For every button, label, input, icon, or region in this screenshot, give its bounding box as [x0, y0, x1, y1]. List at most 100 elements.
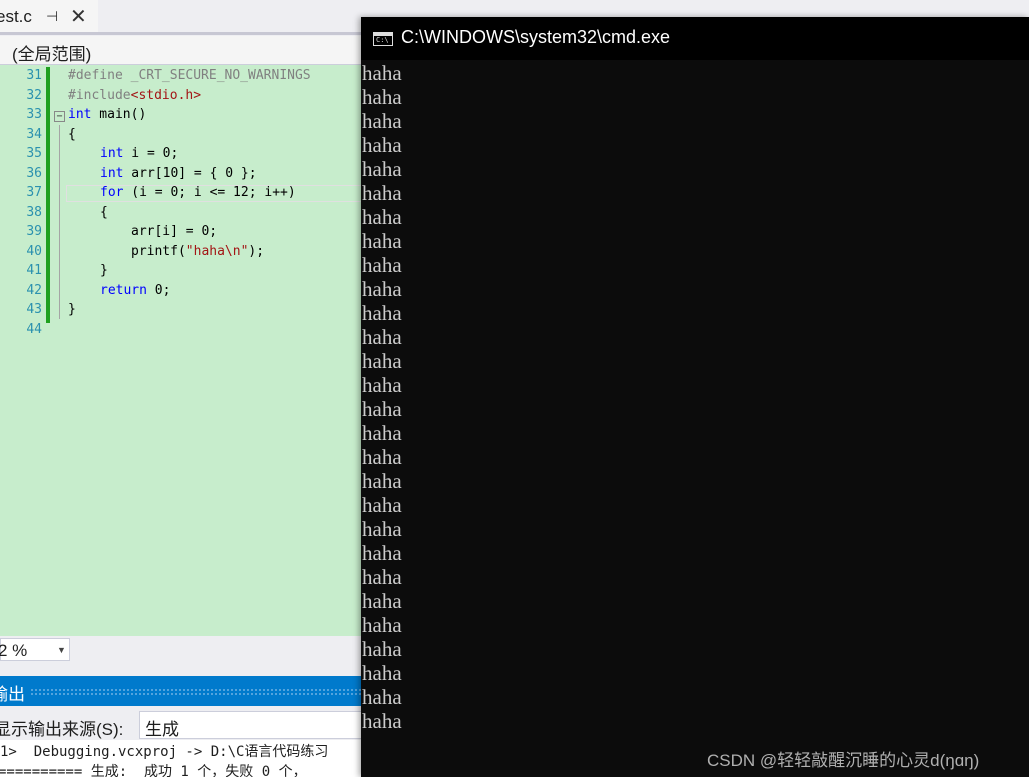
- tab-title[interactable]: est.c: [0, 7, 32, 27]
- output-panel-title-bar[interactable]: 输出: [0, 676, 362, 706]
- tab-underline: [0, 32, 362, 35]
- line-number: 40: [26, 244, 42, 259]
- console-line: haha: [362, 325, 402, 349]
- document-tab[interactable]: est.c ⊣ ✕: [0, 0, 98, 34]
- console-line: haha: [362, 85, 402, 109]
- code-line-return: return 0;: [100, 283, 170, 298]
- code-line-brace: }: [100, 263, 108, 278]
- code-token: printf(: [131, 244, 186, 259]
- vs-editor-window: est.c ⊣ ✕ (全局范围) − 31 32 33 34 35 36 37 …: [0, 0, 362, 777]
- console-line: haha: [362, 205, 402, 229]
- console-line: haha: [362, 565, 402, 589]
- console-line: haha: [362, 277, 402, 301]
- output-line: 1> Debugging.vcxproj -> D:\C语言代码练习: [0, 744, 329, 760]
- cmd-title-bar[interactable]: C:\ C:\WINDOWS\system32\cmd.exe: [361, 17, 1029, 60]
- grip-pattern: [30, 688, 362, 695]
- cmd-window[interactable]: C:\ C:\WINDOWS\system32\cmd.exe haha hah…: [361, 17, 1029, 777]
- zoom-bar: 2 % ▼: [0, 637, 362, 663]
- output-source-select[interactable]: 生成: [139, 711, 362, 739]
- console-line: haha: [362, 349, 402, 373]
- console-icon[interactable]: C:\: [373, 32, 393, 46]
- scope-dropdown[interactable]: (全局范围): [0, 36, 362, 65]
- console-line: haha: [362, 397, 402, 421]
- line-number: 36: [26, 166, 42, 181]
- line-number: 35: [26, 146, 42, 161]
- console-line: haha: [362, 253, 402, 277]
- output-source-value: 生成: [145, 720, 179, 739]
- output-text-area[interactable]: 1> Debugging.vcxproj -> D:\C语言代码练习 =====…: [0, 740, 362, 777]
- code-token: return: [100, 283, 147, 298]
- line-number: 31: [26, 68, 42, 83]
- code-token: main(): [91, 107, 147, 122]
- pin-icon[interactable]: ⊣: [46, 8, 58, 25]
- console-line: haha: [362, 613, 402, 637]
- code-line-brace: {: [100, 205, 108, 220]
- fold-guide: [59, 125, 60, 319]
- code-token: arr[10] = { 0 };: [123, 166, 257, 181]
- console-output[interactable]: haha haha haha haha haha haha haha haha …: [361, 60, 1029, 777]
- line-number: 32: [26, 88, 42, 103]
- line-number: 44: [26, 322, 42, 337]
- line-number: 34: [26, 127, 42, 142]
- console-line: haha: [362, 181, 402, 205]
- code-token: );: [248, 244, 265, 259]
- console-line: haha: [362, 229, 402, 253]
- console-line: haha: [362, 373, 402, 397]
- console-line: haha: [362, 421, 402, 445]
- close-icon[interactable]: ✕: [70, 4, 87, 29]
- code-token: int: [68, 107, 92, 122]
- code-token: i = 0;: [123, 146, 179, 161]
- code-token: (i = 0; i <= 12; i++): [123, 185, 296, 200]
- code-token: int: [100, 166, 124, 181]
- console-line: haha: [362, 637, 402, 661]
- console-line: haha: [362, 445, 402, 469]
- code-editor[interactable]: − 31 32 33 34 35 36 37 38 39 40 41 42 43…: [0, 65, 362, 636]
- code-line-include: #include<stdio.h>: [68, 88, 201, 103]
- console-line: haha: [362, 157, 402, 181]
- chevron-down-icon[interactable]: ▼: [57, 645, 66, 655]
- code-token: int: [100, 146, 124, 161]
- console-line: haha: [362, 709, 402, 733]
- cmd-window-title: C:\WINDOWS\system32\cmd.exe: [401, 27, 671, 47]
- line-number: 42: [26, 283, 42, 298]
- code-line-for: for (i = 0; i <= 12; i++): [100, 185, 296, 200]
- code-line-decl-arr: int arr[10] = { 0 };: [100, 166, 257, 181]
- document-tab-bar: est.c ⊣ ✕: [0, 0, 362, 35]
- console-line: haha: [362, 517, 402, 541]
- line-number: 41: [26, 263, 42, 278]
- console-icon-glyph: C:\: [376, 36, 389, 44]
- console-line: haha: [362, 661, 402, 685]
- code-token: 0;: [146, 283, 171, 298]
- zoom-dropdown[interactable]: 2 % ▼: [0, 638, 70, 661]
- console-line: haha: [362, 589, 402, 613]
- console-line: haha: [362, 541, 402, 565]
- code-token: "haha\n": [185, 244, 249, 259]
- collapse-icon[interactable]: −: [54, 111, 65, 122]
- line-number: 39: [26, 224, 42, 239]
- line-number: 38: [26, 205, 42, 220]
- output-line: ========== 生成: 成功 1 个，失败 0 个，: [0, 764, 307, 777]
- code-token: #include: [68, 88, 131, 103]
- console-line: haha: [362, 685, 402, 709]
- output-toolbar: 显示输出来源(S): 生成: [0, 706, 362, 740]
- output-source-label: 显示输出来源(S):: [0, 720, 124, 739]
- code-line-decl-i: int i = 0;: [100, 146, 178, 161]
- line-number: 37: [26, 185, 42, 200]
- code-token: for: [100, 185, 124, 200]
- code-line-brace: {: [68, 127, 76, 142]
- code-line-printf: printf("haha\n");: [131, 244, 264, 259]
- code-line-main: int main(): [68, 107, 146, 122]
- zoom-value: 2 %: [0, 641, 28, 660]
- console-line: haha: [362, 133, 402, 157]
- console-line: haha: [362, 61, 402, 85]
- console-line: haha: [362, 469, 402, 493]
- code-line-brace: }: [68, 302, 76, 317]
- change-tracking-bar: [46, 67, 50, 323]
- console-line: haha: [362, 301, 402, 325]
- console-line: haha: [362, 109, 402, 133]
- line-number: 43: [26, 302, 42, 317]
- output-panel-title: 输出: [0, 685, 25, 704]
- code-token: <stdio.h>: [130, 88, 202, 103]
- line-number: 33: [26, 107, 42, 122]
- code-line-assign: arr[i] = 0;: [131, 224, 218, 239]
